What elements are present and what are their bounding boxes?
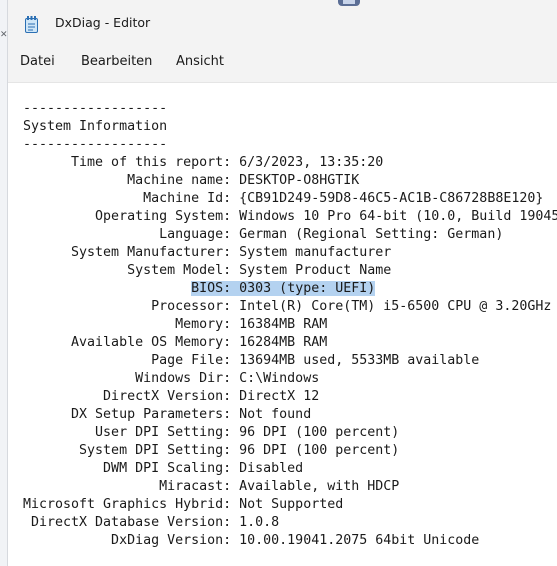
menu-file[interactable]: Datei: [20, 54, 55, 69]
document-line: Language: German (Regional Setting: Germ…: [23, 227, 504, 242]
background-window-tab-highlight: [343, 0, 355, 4]
document-line: DirectX Database Version: 1.0.8: [23, 515, 280, 530]
menu-view[interactable]: Ansicht: [176, 54, 224, 69]
document-line: System DPI Setting: 96 DPI (100 percent): [23, 443, 400, 458]
line-text: [23, 281, 191, 296]
document-line: Machine name: DESKTOP-O8HGTIK: [23, 173, 360, 188]
document-line: Miracast: Available, with HDCP: [23, 479, 400, 494]
document-line: System Information: [23, 119, 168, 134]
window-title: DxDiag - Editor: [55, 15, 151, 30]
document-line: Machine Id: {CB91D249-59D8-46C5-AC1B-C86…: [23, 191, 544, 206]
menu-bar: Datei Bearbeiten Ansicht: [8, 48, 557, 82]
document-line: ------------------: [23, 137, 168, 152]
menu-edit[interactable]: Bearbeiten: [81, 54, 152, 69]
document-line: Available OS Memory: 16284MB RAM: [23, 335, 328, 350]
document-line: Microsoft Graphics Hybrid: Not Supported: [23, 497, 344, 512]
document-line: System Manufacturer: System manufacturer: [23, 245, 392, 260]
document-line: Processor: Intel(R) Core(TM) i5-6500 CPU…: [23, 299, 552, 314]
document-line: Page File: 13694MB used, 5533MB availabl…: [23, 353, 480, 368]
document-line: Windows Dir: C:\Windows: [23, 371, 320, 386]
document-line: System Model: System Product Name: [23, 263, 392, 278]
document-line: ------------------: [23, 101, 168, 116]
title-bar[interactable]: DxDiag - Editor: [8, 0, 557, 48]
notepad-icon: [25, 16, 38, 33]
document-line: Operating System: Windows 10 Pro 64-bit …: [23, 209, 557, 224]
document-line: DX Setup Parameters: Not found: [23, 407, 312, 422]
document-line: DirectX Version: DirectX 12: [23, 389, 320, 404]
document-line: Time of this report: 6/3/2023, 13:35:20: [23, 155, 384, 170]
document-text[interactable]: ------------------ System Information ----…: [23, 100, 557, 550]
notepad-window: DxDiag - Editor Datei Bearbeiten Ansicht…: [7, 0, 557, 566]
document-line: DWM DPI Scaling: Disabled: [23, 461, 304, 476]
document-line: DxDiag Version: 10.00.19041.2075 64bit U…: [23, 533, 480, 548]
document-line: Memory: 16384MB RAM: [23, 317, 328, 332]
text-editor[interactable]: ------------------ System Information ----…: [8, 82, 557, 566]
selected-text: BIOS: 0303 (type: UEFI): [191, 281, 376, 296]
document-line: BIOS: 0303 (type: UEFI): [23, 280, 557, 298]
background-window-edge: ✕: [0, 0, 8, 566]
document-line: User DPI Setting: 96 DPI (100 percent): [23, 425, 400, 440]
